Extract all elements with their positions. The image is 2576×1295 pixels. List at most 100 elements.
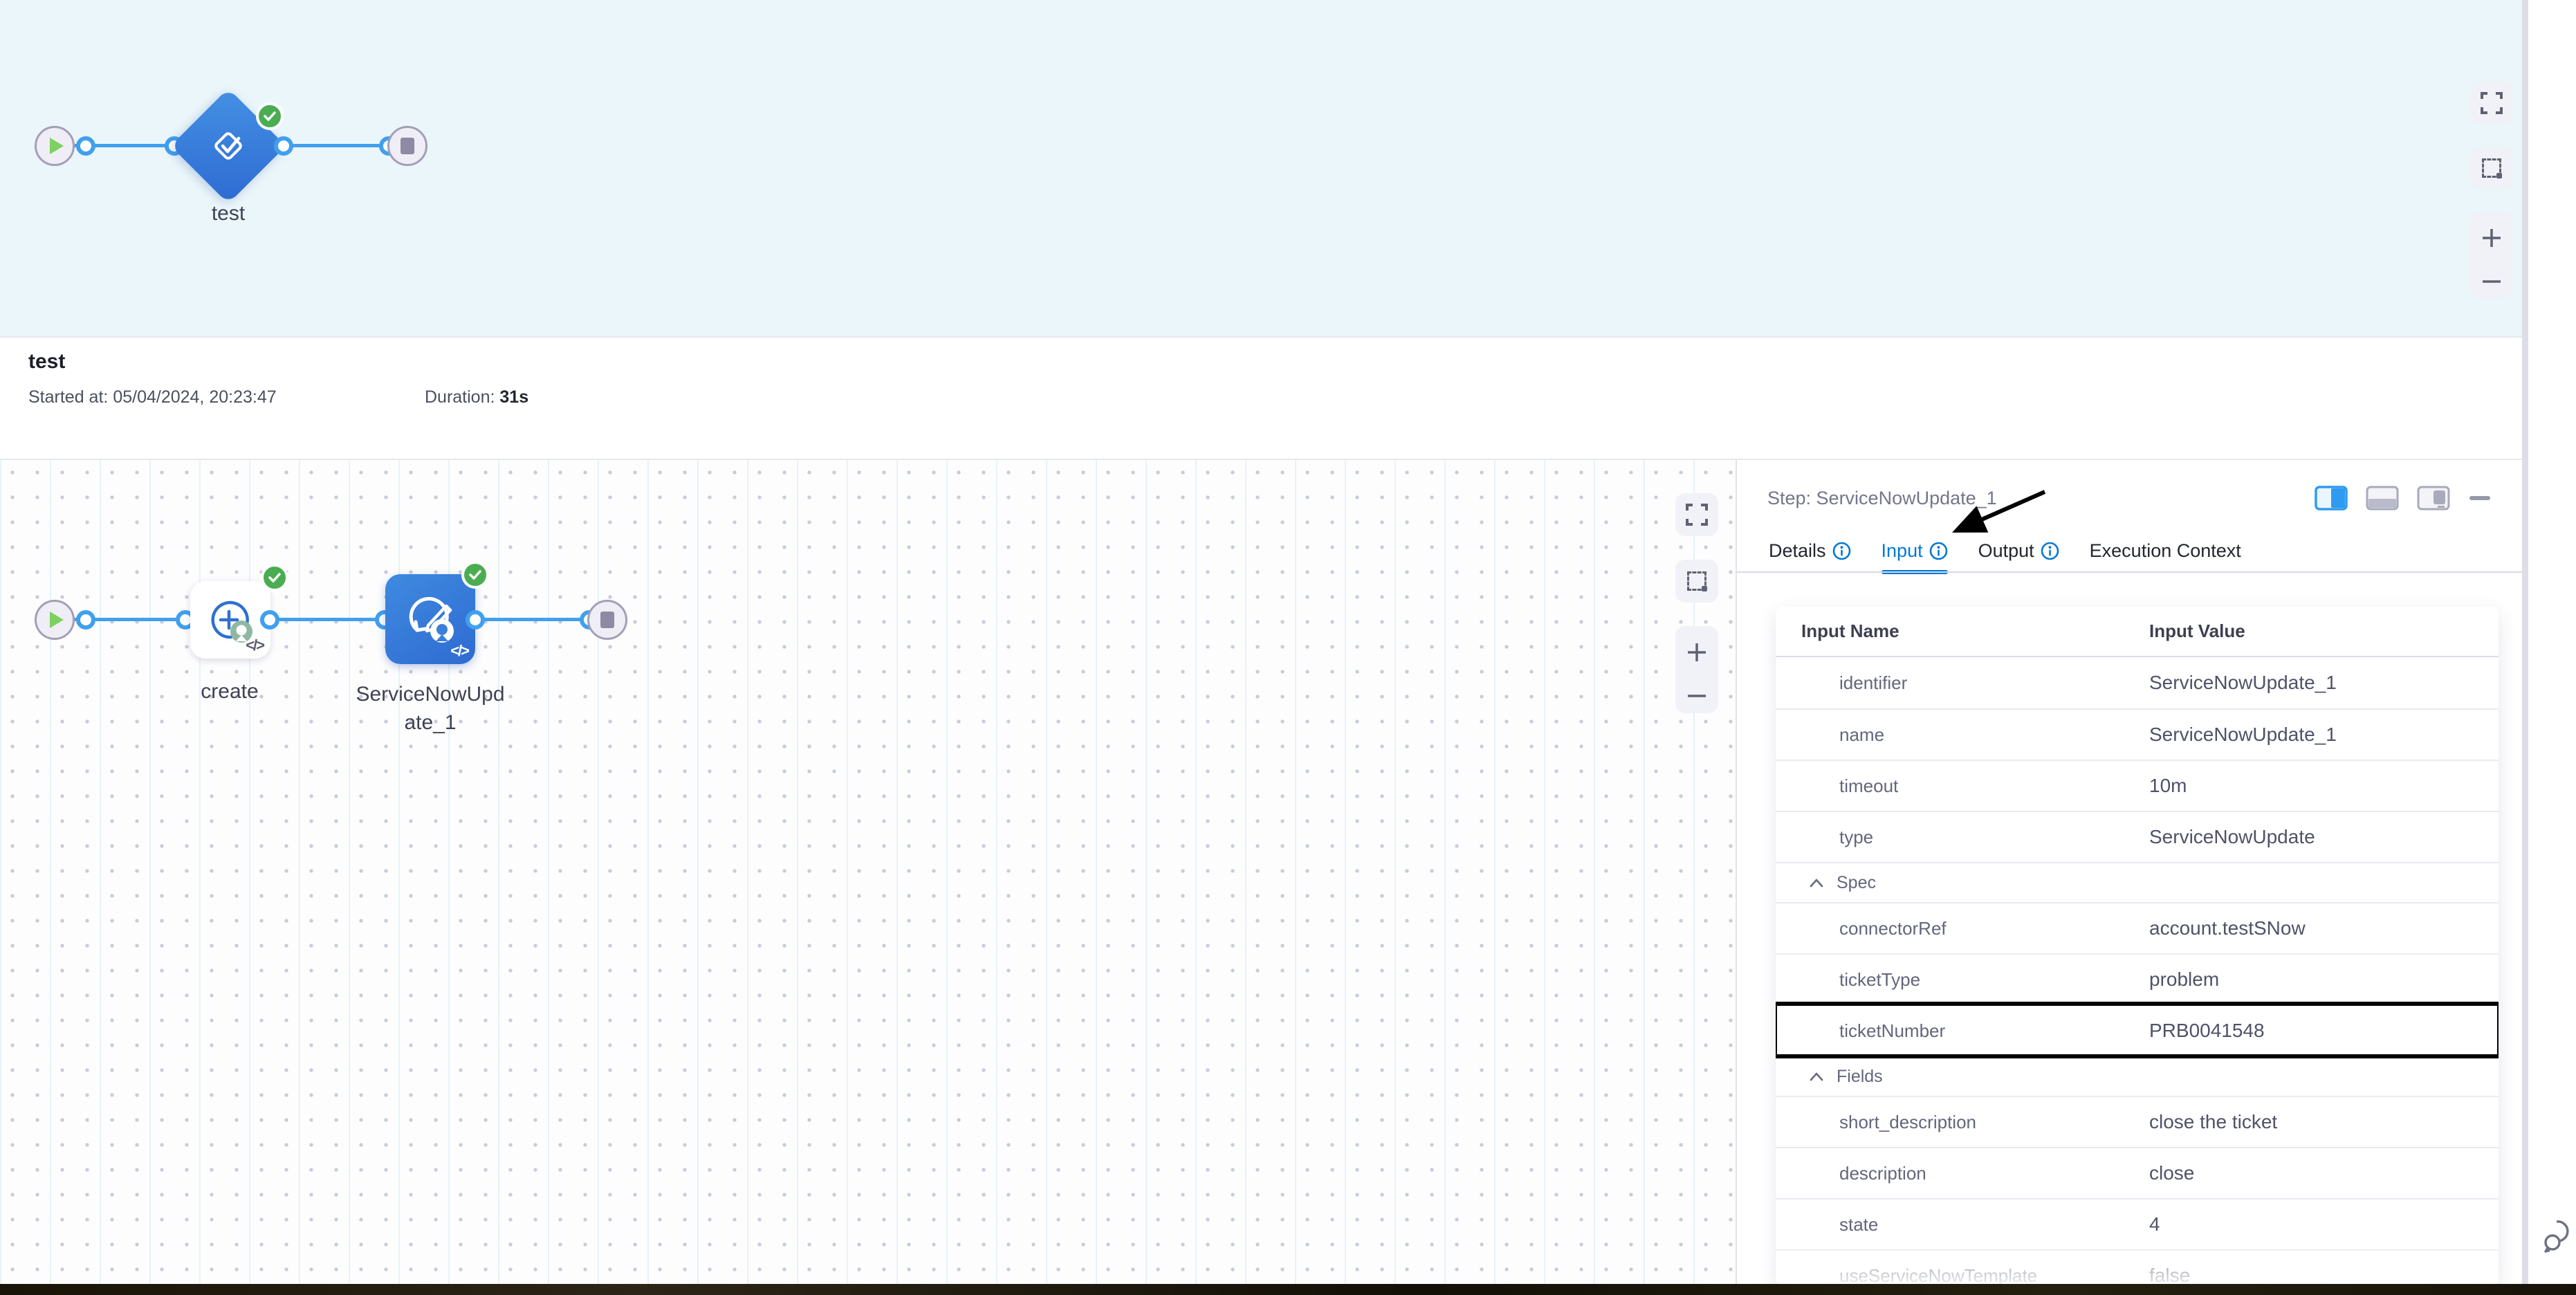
marquee-select-icon bbox=[2482, 158, 2501, 178]
zoom-control[interactable] bbox=[1675, 626, 1718, 713]
tab-details[interactable]: Details bbox=[1769, 540, 1851, 573]
step-start-node[interactable] bbox=[35, 600, 75, 640]
stage-deploy-icon bbox=[208, 126, 248, 166]
tab-input[interactable]: Input bbox=[1882, 540, 1948, 573]
input-value: 4 bbox=[2149, 1213, 2499, 1236]
layout-floating-icon[interactable] bbox=[2417, 486, 2450, 511]
zoom-control[interactable] bbox=[2470, 212, 2513, 299]
panel-tabs: Details Input Output Execution Context bbox=[1769, 540, 2241, 571]
stage-label: test bbox=[159, 202, 297, 226]
input-name: state bbox=[1776, 1214, 2149, 1236]
step-success-badge-icon bbox=[261, 564, 288, 591]
fullscreen-icon bbox=[1685, 503, 1709, 526]
input-table-card: Input Name Input Value identifierService… bbox=[1776, 607, 2499, 1286]
minimize-icon[interactable] bbox=[2468, 495, 2492, 502]
desktop-edge-strip bbox=[0, 1284, 2576, 1295]
scrollbar-track[interactable] bbox=[2522, 0, 2528, 1295]
tabs-divider bbox=[1737, 571, 2522, 573]
panel-layout-controls bbox=[2315, 486, 2492, 511]
panel-title: Step: ServiceNowUpdate_1 bbox=[1767, 488, 1997, 509]
tab-output[interactable]: Output bbox=[1978, 540, 2059, 573]
chevron-up-icon bbox=[1809, 1072, 1824, 1081]
chat-help-button[interactable] bbox=[2543, 1216, 2575, 1255]
zoom-out-icon[interactable] bbox=[1685, 692, 1709, 699]
input-value: PRB0041548 bbox=[2149, 1020, 2499, 1042]
group-label: Spec bbox=[1837, 873, 1876, 893]
play-icon bbox=[50, 612, 64, 628]
input-value: account.testSNow bbox=[2149, 917, 2499, 939]
fullscreen-button[interactable] bbox=[2470, 82, 2513, 125]
input-row-connectorRef: connectorRefaccount.testSNow bbox=[1776, 902, 2499, 953]
input-name: name bbox=[1776, 724, 2149, 746]
step-label-servicenowupdate: ServiceNowUpdate_1 bbox=[354, 680, 506, 737]
input-value: false bbox=[2149, 1265, 2499, 1286]
input-row-timeout: timeout10m bbox=[1776, 760, 2499, 811]
group-label: Fields bbox=[1837, 1067, 1883, 1087]
step-end-node[interactable] bbox=[587, 600, 627, 640]
column-input-value: Input Value bbox=[2149, 621, 2499, 642]
step-success-badge-icon bbox=[461, 561, 489, 589]
pipeline-execution-screen: test test Started at: 05/04/2024, 20:23:… bbox=[0, 0, 2576, 1295]
step-details-panel: Step: ServiceNowUpdate_1 Details bbox=[1736, 460, 2522, 1295]
zoom-in-icon[interactable] bbox=[1685, 641, 1709, 664]
info-icon bbox=[2041, 542, 2059, 560]
stop-icon bbox=[401, 138, 414, 154]
layout-split-bottom-icon[interactable] bbox=[2366, 486, 2399, 511]
input-name: identifier bbox=[1776, 672, 2149, 694]
input-row-identifier: identifierServiceNowUpdate_1 bbox=[1776, 657, 2499, 708]
tab-label: Output bbox=[1978, 540, 2034, 562]
zoom-in-icon[interactable] bbox=[2480, 226, 2503, 250]
link-port[interactable] bbox=[260, 610, 279, 630]
marquee-select-button[interactable] bbox=[2470, 147, 2513, 190]
stage-success-badge-icon bbox=[256, 102, 284, 130]
group-row-fields[interactable]: Fields bbox=[1776, 1056, 2499, 1096]
input-name: short_description bbox=[1776, 1112, 2149, 1133]
tab-execution-context[interactable]: Execution Context bbox=[2090, 540, 2241, 573]
link-port[interactable] bbox=[274, 136, 293, 156]
fullscreen-button[interactable] bbox=[1675, 493, 1718, 536]
step-label-create: create bbox=[160, 680, 299, 704]
input-name: description bbox=[1776, 1163, 2149, 1184]
stop-icon bbox=[600, 612, 614, 628]
zoom-out-icon[interactable] bbox=[2480, 278, 2503, 285]
step-wire bbox=[475, 618, 591, 621]
tab-label: Execution Context bbox=[2090, 540, 2241, 562]
stage-start-node[interactable] bbox=[35, 126, 75, 166]
play-icon bbox=[50, 138, 64, 154]
panel-header: Step: ServiceNowUpdate_1 bbox=[1737, 460, 2522, 536]
stage-wire bbox=[284, 144, 391, 147]
input-row-short_description: short_descriptionclose the ticket bbox=[1776, 1096, 2499, 1147]
input-table-header: Input Name Input Value bbox=[1776, 607, 2499, 657]
servicenow-update-icon bbox=[401, 589, 460, 649]
marquee-select-button[interactable] bbox=[1675, 560, 1718, 603]
input-name: connectorRef bbox=[1776, 918, 2149, 939]
info-icon bbox=[1832, 542, 1851, 560]
input-value: close the ticket bbox=[2149, 1111, 2499, 1133]
stage-end-node[interactable] bbox=[387, 126, 427, 166]
input-value: 10m bbox=[2149, 775, 2499, 797]
link-port[interactable] bbox=[466, 610, 485, 630]
chat-bubbles-icon bbox=[2543, 1216, 2575, 1255]
input-value: close bbox=[2149, 1162, 2499, 1184]
stage-graph-canvas[interactable]: test bbox=[0, 0, 2522, 336]
started-at-text: Started at: 05/04/2024, 20:23:47 bbox=[28, 387, 277, 407]
tab-label: Details bbox=[1769, 540, 1826, 562]
input-row-type: typeServiceNowUpdate bbox=[1776, 811, 2499, 862]
input-row-description: descriptionclose bbox=[1776, 1147, 2499, 1198]
duration-text: Duration: 31s bbox=[425, 387, 528, 407]
column-input-name: Input Name bbox=[1776, 621, 2149, 642]
step-node-create[interactable]: </> bbox=[190, 581, 270, 659]
input-name: ticketType bbox=[1776, 969, 2149, 991]
link-port[interactable] bbox=[76, 136, 95, 156]
info-icon bbox=[1929, 542, 1948, 560]
link-port[interactable] bbox=[76, 610, 95, 630]
input-name: timeout bbox=[1776, 775, 2149, 797]
input-table-body: identifierServiceNowUpdate_1name ServiceN… bbox=[1776, 657, 2499, 1286]
fullscreen-icon bbox=[2480, 91, 2503, 115]
step-node-servicenowupdate[interactable]: </> bbox=[385, 574, 475, 664]
group-row-spec[interactable]: Spec bbox=[1776, 862, 2499, 902]
execution-title: test bbox=[28, 350, 65, 374]
layout-split-right-icon[interactable] bbox=[2315, 486, 2348, 511]
step-wire bbox=[270, 618, 387, 621]
input-value: ServiceNowUpdate bbox=[2149, 826, 2499, 848]
